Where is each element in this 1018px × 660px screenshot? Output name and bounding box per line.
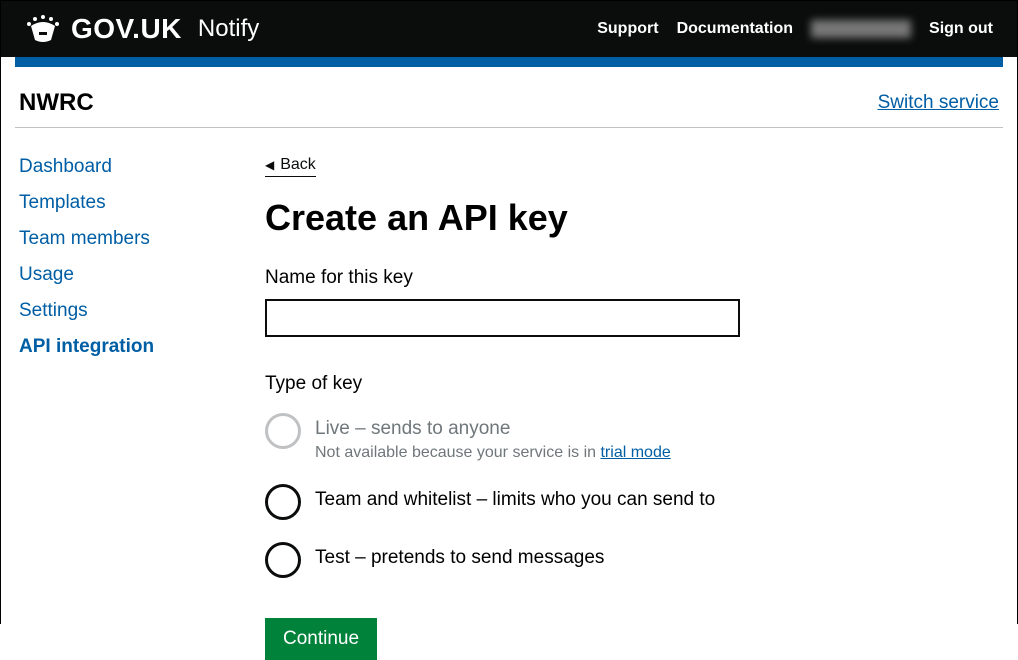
- radio-test-label: Test – pretends to send messages: [315, 542, 604, 569]
- crown-icon: [25, 14, 61, 44]
- radio-live-label: Live – sends to anyone: [315, 413, 671, 440]
- nav-documentation[interactable]: Documentation: [677, 20, 793, 38]
- nav-signout[interactable]: Sign out: [929, 20, 993, 38]
- radio-option-team[interactable]: Team and whitelist – limits who you can …: [265, 484, 1003, 520]
- nav-support[interactable]: Support: [597, 20, 658, 38]
- header-nav: Support Documentation Sign out: [597, 20, 993, 38]
- radio-team[interactable]: [265, 484, 301, 520]
- service-title: NWRC: [19, 89, 94, 117]
- sidebar-item-templates[interactable]: Templates: [19, 192, 265, 214]
- sidebar-item-dashboard[interactable]: Dashboard: [19, 156, 265, 178]
- back-link-text: Back: [280, 156, 316, 174]
- page-title: Create an API key: [265, 197, 1003, 239]
- key-name-label: Name for this key: [265, 267, 1003, 289]
- govuk-logo-text: GOV.UK: [71, 13, 182, 45]
- sidebar-item-api-integration[interactable]: API integration: [19, 336, 265, 358]
- key-name-input[interactable]: [265, 299, 740, 337]
- continue-button[interactable]: Continue: [265, 618, 377, 660]
- switch-service-link[interactable]: Switch service: [878, 92, 999, 114]
- sidebar-item-team-members[interactable]: Team members: [19, 228, 265, 250]
- service-bar: NWRC Switch service: [15, 67, 1003, 128]
- nav-user[interactable]: [811, 20, 911, 38]
- radio-option-test[interactable]: Test – pretends to send messages: [265, 542, 1003, 578]
- trial-mode-link[interactable]: trial mode: [600, 444, 670, 461]
- sidebar-item-settings[interactable]: Settings: [19, 300, 265, 322]
- radio-option-live: Live – sends to anyone Not available bec…: [265, 413, 1003, 462]
- type-of-key-label: Type of key: [265, 373, 1003, 395]
- back-caret-icon: ◀: [265, 158, 274, 172]
- radio-live: [265, 413, 301, 449]
- service-name-header: Notify: [198, 15, 259, 43]
- radio-live-hint: Not available because your service is in…: [315, 444, 671, 462]
- main-content: ◀ Back Create an API key Name for this k…: [265, 156, 1003, 660]
- sidebar-item-usage[interactable]: Usage: [19, 264, 265, 286]
- top-header: GOV.UK Notify Support Documentation Sign…: [1, 1, 1017, 57]
- radio-test[interactable]: [265, 542, 301, 578]
- blue-accent-bar: [15, 57, 1003, 67]
- header-brand[interactable]: GOV.UK Notify: [25, 13, 259, 45]
- sidebar-nav: Dashboard Templates Team members Usage S…: [15, 156, 265, 660]
- back-link[interactable]: ◀ Back: [265, 156, 316, 177]
- radio-team-label: Team and whitelist – limits who you can …: [315, 484, 715, 511]
